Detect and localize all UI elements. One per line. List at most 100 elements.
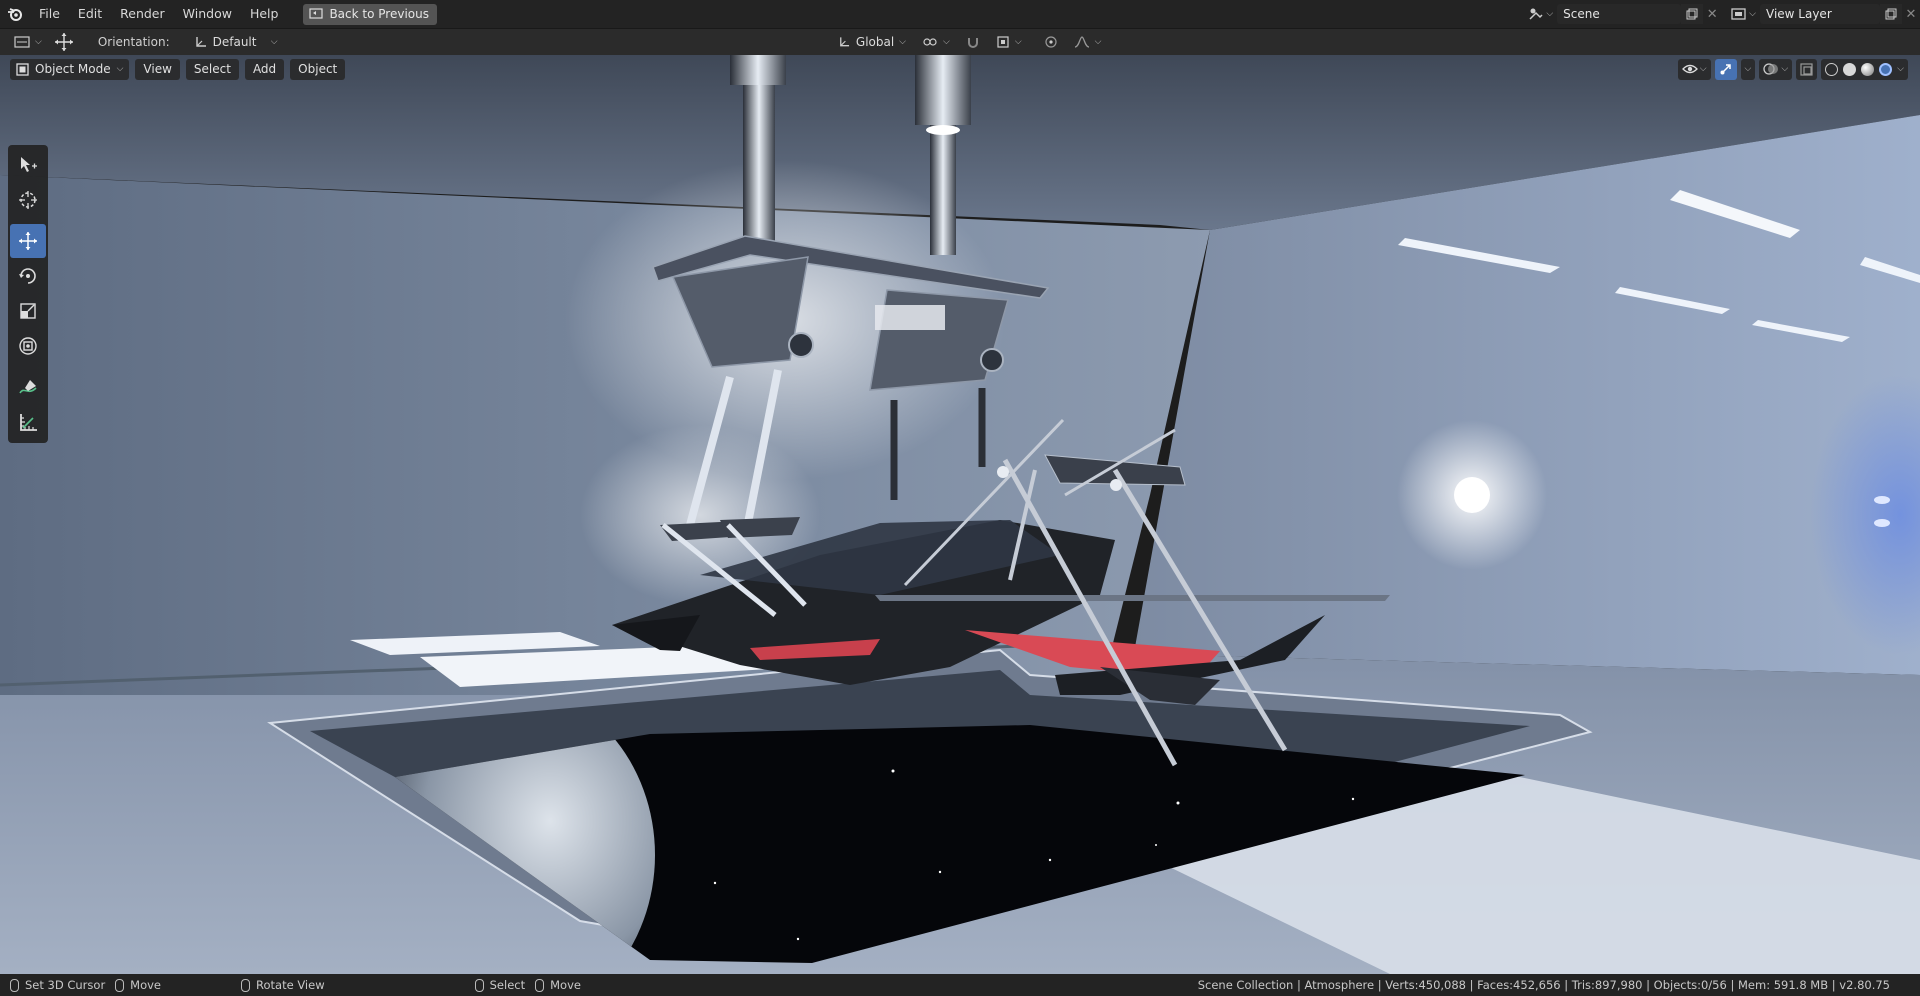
scene-statistics: Scene Collection | Atmosphere | Verts:45…	[1197, 978, 1890, 992]
object-mode-icon	[16, 62, 29, 76]
wireframe-shading-icon[interactable]	[1825, 62, 1839, 76]
measure-ruler-icon	[20, 414, 37, 431]
gizmo-icon	[1720, 64, 1731, 75]
pivot-point-icon	[923, 38, 937, 46]
view-layer-browse-dropdown[interactable]: ⌵	[1727, 3, 1760, 25]
xray-icon	[1800, 62, 1813, 76]
delete-view-layer-icon[interactable]: ✕	[1902, 4, 1920, 24]
scale-tool[interactable]	[10, 294, 46, 328]
eye-icon	[1681, 64, 1698, 74]
rotate-icon	[19, 268, 36, 284]
top-bar: File Edit Render Window Help Back to Pre…	[0, 0, 1920, 28]
snap-toggle[interactable]	[960, 32, 986, 52]
viewport-menu-add[interactable]: Add	[244, 58, 285, 80]
transform-orientation-dropdown[interactable]: Global ⌵	[832, 32, 912, 52]
menu-render[interactable]: Render	[111, 0, 174, 28]
3d-viewport[interactable]: Object Mode ⌵ View Select Add Object ⌵ ⌵…	[0, 55, 1920, 974]
chevron-down-icon[interactable]: ⌵	[1897, 64, 1904, 74]
chevron-down-icon: ⌵	[899, 37, 906, 47]
mouse-left-icon	[474, 978, 484, 992]
active-tool-move[interactable]	[48, 32, 80, 52]
pivot-point-dropdown[interactable]: ⌵	[916, 32, 956, 52]
viewport-menu-select[interactable]: Select	[185, 58, 239, 80]
chevron-down-icon: ⌵	[1094, 37, 1102, 47]
chevron-down-icon: ⌵	[35, 37, 42, 47]
menu-edit[interactable]: Edit	[69, 0, 111, 28]
viewport-menu-object[interactable]: Object	[290, 58, 346, 80]
transform-icon	[19, 337, 37, 355]
status-hint-label: Move	[130, 978, 162, 992]
orientation-dropdown[interactable]: Default ⌵	[188, 32, 284, 52]
new-view-layer-icon[interactable]	[1880, 4, 1902, 24]
chevron-down-icon: ⌵	[270, 37, 278, 47]
3d-cursor-icon	[19, 191, 37, 209]
overlays-icon	[1763, 63, 1779, 75]
tool-header: ⌵ Orientation: Default ⌵ Global ⌵ ⌵ ⌵ ⌵	[0, 28, 1920, 55]
mouse-left-icon	[10, 978, 19, 992]
rotate-tool[interactable]	[10, 259, 46, 293]
chevron-down-icon: ⌵	[1749, 9, 1756, 19]
status-hint-move: Move	[115, 978, 161, 992]
gizmo-toggle[interactable]	[1714, 58, 1737, 80]
magnet-icon	[967, 38, 978, 48]
snap-increment-icon	[997, 36, 1009, 48]
status-hint-move-2: Move	[535, 978, 581, 992]
rendered-shading-icon[interactable]	[1879, 62, 1893, 76]
cursor-tool[interactable]	[10, 183, 46, 217]
orientation-axes-icon	[195, 37, 206, 47]
annotate-tool[interactable]	[10, 370, 46, 404]
scene-name-field[interactable]: Scene	[1557, 4, 1682, 24]
proportional-editing-toggle[interactable]	[1038, 32, 1064, 52]
editor-type-dropdown[interactable]: ⌵	[8, 32, 48, 52]
back-to-previous-label: Back to Previous	[329, 7, 429, 21]
status-hint-rotate-view: Rotate View	[241, 978, 325, 992]
move-tool-icon	[54, 33, 73, 51]
status-hint-label: Set 3D Cursor	[25, 978, 106, 992]
menu-help[interactable]: Help	[241, 0, 288, 28]
visibility-dropdown[interactable]: ⌵	[1677, 58, 1711, 80]
new-scene-icon[interactable]	[1681, 4, 1704, 24]
orientation-label: Orientation:	[97, 35, 170, 49]
viewport-header: Object Mode ⌵ View Select Add Object	[10, 58, 346, 80]
object-mode-dropdown[interactable]: Object Mode ⌵	[10, 58, 130, 80]
scene-icon	[1529, 8, 1543, 20]
blender-logo-icon[interactable]	[0, 0, 30, 28]
transform-tool[interactable]	[10, 329, 46, 363]
annotate-pencil-icon	[19, 380, 37, 394]
tool-settings-icon	[14, 36, 30, 48]
gizmo-dropdown[interactable]: ⌵	[1740, 58, 1756, 80]
chevron-down-icon: ⌵	[1014, 37, 1022, 47]
move-tool-icon	[19, 232, 37, 250]
proportional-falloff-dropdown[interactable]: ⌵	[1068, 32, 1108, 52]
viewport-render	[0, 55, 1920, 974]
measure-tool[interactable]	[10, 405, 46, 439]
chevron-down-icon: ⌵	[1781, 64, 1789, 74]
back-to-previous-button[interactable]: Back to Previous	[303, 3, 437, 25]
status-bar: Set 3D Cursor Move Rotate View Select Mo…	[0, 974, 1920, 996]
select-cursor-icon	[21, 157, 37, 172]
chevron-down-icon: ⌵	[943, 37, 950, 47]
move-tool[interactable]	[10, 224, 46, 258]
falloff-curve-icon	[1074, 36, 1089, 48]
viewport-menu-view[interactable]: View	[135, 58, 180, 80]
view-layer-name-field[interactable]: View Layer	[1760, 4, 1880, 24]
status-hint-set-cursor: Set 3D Cursor	[10, 978, 105, 992]
select-box-tool[interactable]	[10, 148, 46, 182]
transform-controls: Global ⌵ ⌵ ⌵ ⌵	[832, 32, 1107, 52]
delete-scene-icon[interactable]: ✕	[1703, 4, 1721, 24]
scene-browse-dropdown[interactable]: ⌵	[1524, 3, 1557, 25]
chevron-down-icon: ⌵	[1699, 64, 1707, 74]
chevron-down-icon: ⌵	[1744, 64, 1752, 74]
menu-window[interactable]: Window	[174, 0, 241, 28]
status-hint-label: Select	[489, 978, 526, 992]
material-preview-shading-icon[interactable]	[1861, 62, 1875, 76]
tool-shelf	[8, 145, 48, 443]
menu-file[interactable]: File	[30, 0, 69, 28]
solid-shading-icon[interactable]	[1843, 62, 1857, 76]
overlays-toggle[interactable]: ⌵	[1759, 58, 1793, 80]
xray-toggle[interactable]	[1796, 58, 1818, 80]
proportional-editing-icon	[1045, 36, 1057, 48]
chevron-down-icon: ⌵	[116, 64, 124, 74]
snap-target-dropdown[interactable]: ⌵	[990, 32, 1028, 52]
transform-orientation-value: Global	[855, 35, 895, 49]
